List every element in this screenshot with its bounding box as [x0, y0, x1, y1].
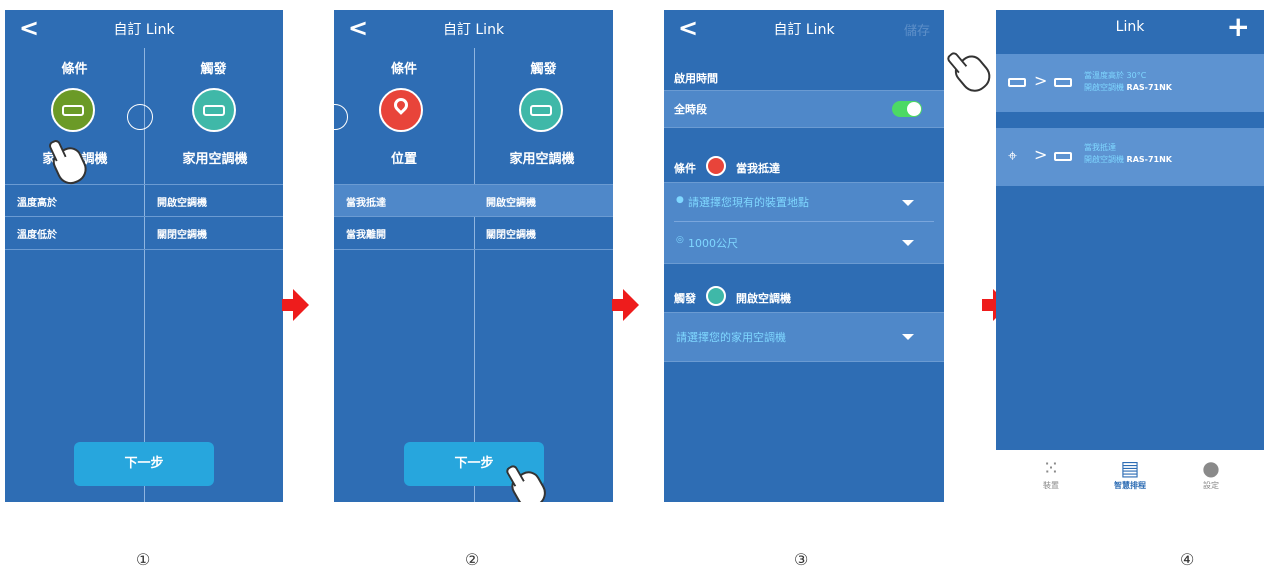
tab-label: 設定 [1203, 481, 1219, 490]
link-action: 開啟空調機 RAS-71NK [1084, 154, 1172, 165]
ac-trigger-icon[interactable] [519, 88, 563, 132]
header: < 自訂 Link [334, 10, 613, 48]
location-icon-partial[interactable] [127, 104, 153, 130]
condition-option: 當我離開 [346, 230, 386, 241]
link-condition: 當我抵達 [1084, 143, 1116, 152]
condition-label: 條件 [390, 62, 417, 77]
step-number-1: ① [136, 550, 151, 569]
tab-devices[interactable]: ⁙ 裝置 [1026, 456, 1076, 491]
screen-4: Link + > 當溫度高於 30°C 開啟空調機 RAS-71NK ⌖ > 當… [996, 10, 1264, 502]
list-item[interactable]: 溫度低於 關閉空調機 [5, 216, 283, 250]
trigger-option: 開啟空調機 [157, 198, 207, 209]
page-title: 自訂 Link [773, 22, 835, 38]
trigger-label: 觸發 [674, 292, 696, 305]
all-day-toggle[interactable] [892, 101, 922, 117]
all-day-row: 全時段 [664, 90, 944, 128]
screen-1: < 自訂 Link 條件 觸發 家用空調機 家用空調機 溫度高於 開啟空調機 溫… [5, 10, 283, 502]
chevron-down-icon[interactable] [902, 200, 914, 206]
tab-schedule[interactable]: ▤ 智慧排程 [1105, 456, 1155, 491]
divider [674, 221, 934, 222]
ac-icon [1054, 152, 1072, 161]
link-item[interactable]: > 當溫度高於 30°C 開啟空調機 RAS-71NK [996, 54, 1264, 112]
ac-trigger-icon[interactable] [192, 88, 236, 132]
trigger-label: 觸發 [530, 62, 557, 77]
all-day-label: 全時段 [674, 103, 707, 116]
save-button[interactable]: 儲存 [904, 20, 930, 39]
schedule-icon: ▤ [1120, 456, 1140, 480]
plus-icon[interactable]: + [1227, 10, 1250, 43]
step-number-2: ② [465, 550, 480, 569]
step-number-4: ④ [1180, 550, 1195, 569]
condition-section-header: 條件 當我抵達 [664, 156, 944, 178]
trigger-value: 開啟空調機 [736, 292, 791, 305]
chevron-down-icon[interactable] [902, 240, 914, 246]
trigger-option: 關閉空調機 [486, 230, 536, 241]
next-button[interactable]: 下一步 [74, 442, 214, 486]
header: < 自訂 Link [5, 10, 283, 48]
grid-icon: ⁙ [1042, 456, 1060, 480]
link-action-text: 開啟空調機 [1084, 83, 1124, 92]
trigger-option: 關閉空調機 [157, 230, 207, 241]
trigger-section-header: 觸發 開啟空調機 [664, 286, 944, 308]
link-action-text: 開啟空調機 [1084, 155, 1124, 164]
step-number-3: ③ [794, 550, 809, 569]
tab-bar: ⁙ 裝置 ▤ 智慧排程 ● 設定 [996, 450, 1264, 502]
ac-placeholder: 請選擇您的家用空調機 [676, 331, 786, 344]
radius-icon: ◎ [676, 235, 684, 245]
page-title: 自訂 Link [442, 22, 505, 38]
header: < 自訂 Link 儲存 [664, 10, 944, 48]
location-condition-icon[interactable] [379, 88, 423, 132]
link-item[interactable]: ⌖ > 當我抵達 開啟空調機 RAS-71NK [996, 128, 1264, 186]
condition-value: 當我抵達 [736, 162, 780, 175]
link-action: 開啟空調機 RAS-71NK [1084, 82, 1172, 93]
tab-label: 裝置 [1043, 481, 1059, 490]
tab-label: 智慧排程 [1114, 481, 1146, 490]
location-pin-icon: ● [676, 195, 684, 205]
ac-icon [1008, 78, 1026, 87]
ac-icon [706, 286, 726, 306]
link-model: RAS-71NK [1126, 155, 1173, 164]
ac-icon-partial[interactable] [334, 104, 348, 130]
tap-hand-icon [507, 466, 551, 502]
list-item[interactable]: 當我離開 關閉空調機 [334, 216, 613, 250]
link-model: RAS-71NK [1126, 83, 1173, 92]
trigger-label: 觸發 [200, 62, 227, 77]
user-icon: ● [1202, 456, 1220, 480]
column-divider [474, 48, 475, 502]
screen-2: < 自訂 Link 條件 觸發 位置 家用空調機 當我抵達 開啟空調機 當我離開… [334, 10, 613, 502]
screen-3: < 自訂 Link 儲存 啟用時間 全時段 條件 當我抵達 ● 請選擇您現有的裝… [664, 10, 944, 502]
location-pin-icon: ⌖ [1008, 146, 1018, 165]
ac-condition-icon[interactable] [51, 88, 95, 132]
list-item-selected[interactable]: 當我抵達 開啟空調機 [334, 184, 613, 217]
list-item[interactable]: 溫度高於 開啟空調機 [5, 184, 283, 217]
link-condition: 當溫度高於 30°C [1084, 71, 1147, 80]
radius-value: 1000公尺 [688, 237, 738, 250]
condition-option: 溫度高於 [17, 198, 57, 209]
condition-label: 條件 [674, 162, 696, 175]
chevron-down-icon[interactable] [902, 334, 914, 340]
tap-hand-icon [949, 50, 997, 98]
condition-option: 溫度低於 [17, 230, 57, 241]
tab-settings[interactable]: ● 設定 [1186, 456, 1236, 491]
location-select[interactable]: ● 請選擇您現有的裝置地點 ◎ 1000公尺 [664, 182, 944, 264]
trigger-option: 開啟空調機 [486, 198, 536, 209]
chevron-right-icon: > [1034, 71, 1048, 90]
page-title: 自訂 Link [113, 22, 175, 38]
location-icon [706, 156, 726, 176]
header: Link + [996, 10, 1264, 48]
location-placeholder: 請選擇您現有的裝置地點 [688, 196, 809, 209]
condition-label: 條件 [61, 62, 88, 77]
condition-option: 當我抵達 [346, 198, 386, 209]
condition-device-name: 位置 [390, 152, 417, 167]
page-title: Link [1115, 19, 1145, 35]
trigger-device-name: 家用空調機 [182, 152, 248, 167]
ac-select[interactable]: 請選擇您的家用空調機 [664, 312, 944, 362]
ac-icon [1054, 78, 1072, 87]
active-time-label: 啟用時間 [674, 72, 718, 85]
chevron-right-icon: > [1034, 145, 1048, 164]
trigger-device-name: 家用空調機 [509, 152, 575, 167]
